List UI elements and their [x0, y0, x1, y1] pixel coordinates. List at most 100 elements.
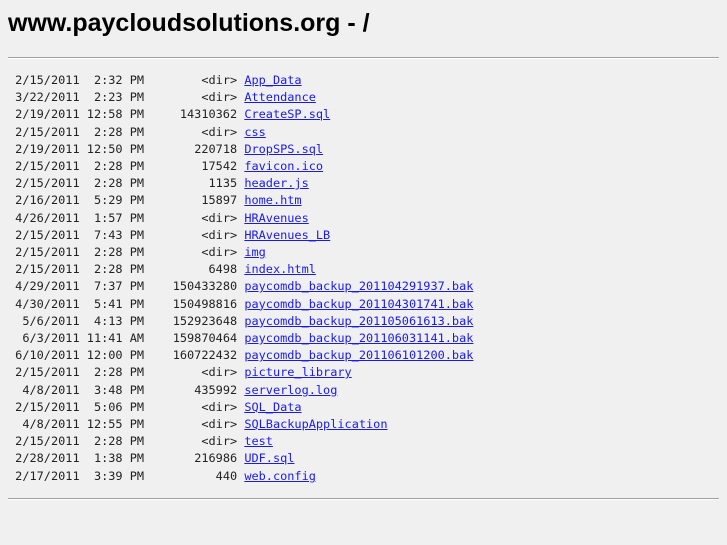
- entry-time: 2:28 PM: [93, 176, 145, 191]
- entry-time: 12:55 PM: [86, 417, 145, 432]
- entry-time: 5:06 PM: [93, 399, 145, 414]
- entry-link[interactable]: CreateSP.sql: [244, 107, 330, 121]
- entry-date: 2/17/2011: [15, 468, 80, 483]
- entry-date: 2/15/2011: [15, 124, 80, 139]
- list-item: 2/15/2011 2:28 PM <dir> picture_library: [8, 365, 352, 379]
- entry-size: 6498: [208, 262, 238, 277]
- entry-link[interactable]: paycomdb_backup_201105061613.bak: [244, 314, 473, 328]
- entry-time: 2:23 PM: [93, 90, 145, 105]
- entry-link[interactable]: App_Data: [244, 73, 301, 87]
- entry-size: <dir>: [201, 124, 238, 139]
- entry-date: 2/15/2011: [15, 434, 80, 449]
- list-item: 2/15/2011 2:28 PM 17542 favicon.ico: [8, 159, 323, 173]
- entry-date: 2/16/2011: [15, 193, 80, 208]
- entry-link[interactable]: HRAvenues_LB: [244, 228, 330, 242]
- entry-link[interactable]: SQL_Data: [244, 400, 301, 414]
- entry-date: 6/3/2011: [22, 331, 80, 346]
- bottom-divider: [8, 498, 719, 500]
- list-item: 2/17/2011 3:39 PM 440 web.config: [8, 469, 316, 483]
- entry-link[interactable]: UDF.sql: [244, 451, 294, 465]
- list-item: 4/29/2011 7:37 PM 150433280 paycomdb_bac…: [8, 279, 473, 293]
- entry-size: 152923648: [172, 313, 238, 328]
- entry-size: 435992: [194, 382, 238, 397]
- entry-link[interactable]: img: [244, 245, 265, 259]
- entry-date: 2/15/2011: [15, 365, 80, 380]
- entry-date: 3/22/2011: [15, 90, 80, 105]
- entry-link[interactable]: paycomdb_backup_201104301741.bak: [244, 297, 473, 311]
- entry-date: 2/28/2011: [15, 451, 80, 466]
- directory-listing: 2/15/2011 2:32 PM <dir> App_Data 3/22/20…: [8, 72, 473, 485]
- entry-link[interactable]: serverlog.log: [244, 383, 337, 397]
- entry-link[interactable]: header.js: [244, 176, 308, 190]
- entry-link[interactable]: css: [244, 125, 265, 139]
- entry-size: 220718: [194, 141, 238, 156]
- entry-size: <dir>: [201, 417, 238, 432]
- top-divider: [8, 57, 719, 59]
- list-item: 2/19/2011 12:50 PM 220718 DropSPS.sql: [8, 142, 323, 156]
- entry-date: 2/19/2011: [15, 141, 80, 156]
- entry-date: 2/15/2011: [15, 262, 80, 277]
- list-item: 2/15/2011 5:06 PM <dir> SQL_Data: [8, 399, 301, 414]
- entry-size: 14310362: [179, 107, 238, 122]
- entry-time: 3:39 PM: [93, 468, 145, 483]
- entry-size: 160722432: [172, 348, 238, 363]
- list-item: 2/19/2011 12:58 PM 14310362 CreateSP.sql: [8, 107, 330, 121]
- entry-time: 12:00 PM: [86, 348, 145, 363]
- entry-date: 2/15/2011: [15, 399, 80, 414]
- entry-link[interactable]: paycomdb_backup_201106031141.bak: [244, 331, 473, 345]
- entry-size: <dir>: [201, 227, 238, 242]
- entry-time: 2:28 PM: [93, 245, 145, 260]
- list-item: 6/3/2011 11:41 AM 159870464 paycomdb_bac…: [8, 331, 473, 345]
- list-item: 4/8/2011 12:55 PM <dir> SQLBackupApplica…: [8, 417, 387, 432]
- list-item: 4/26/2011 1:57 PM <dir> HRAvenues: [8, 211, 309, 225]
- entry-time: 2:28 PM: [93, 262, 145, 277]
- entry-size: <dir>: [201, 434, 238, 449]
- entry-link[interactable]: DropSPS.sql: [244, 142, 323, 156]
- entry-size: <dir>: [201, 365, 238, 380]
- entry-date: 4/8/2011: [22, 382, 80, 397]
- entry-link[interactable]: paycomdb_backup_201106101200.bak: [244, 348, 473, 362]
- entry-size: 159870464: [172, 331, 238, 346]
- entry-link[interactable]: index.html: [244, 262, 316, 276]
- entry-link[interactable]: picture_library: [244, 365, 351, 379]
- entry-time: 2:28 PM: [93, 124, 145, 139]
- entry-size: <dir>: [201, 73, 238, 87]
- list-item: 2/15/2011 7:43 PM <dir> HRAvenues_LB: [8, 228, 330, 242]
- entry-time: 11:41 AM: [86, 331, 145, 346]
- entry-link[interactable]: HRAvenues: [244, 211, 308, 225]
- entry-link[interactable]: paycomdb_backup_201104291937.bak: [244, 279, 473, 293]
- list-item: 2/15/2011 2:28 PM <dir> img: [8, 245, 266, 259]
- list-item: 2/15/2011 2:28 PM 6498 index.html: [8, 262, 316, 276]
- entry-date: 6/10/2011: [15, 348, 80, 363]
- entry-size: 17542: [201, 159, 238, 174]
- entry-date: 4/8/2011: [22, 417, 80, 432]
- entry-link[interactable]: web.config: [244, 469, 316, 483]
- entry-time: 12:58 PM: [86, 107, 145, 122]
- list-item: 6/10/2011 12:00 PM 160722432 paycomdb_ba…: [8, 348, 473, 362]
- entry-size: 1135: [208, 176, 238, 191]
- entry-size: 15897: [201, 193, 238, 208]
- entry-link[interactable]: Attendance: [244, 90, 316, 104]
- entry-size: <dir>: [201, 210, 238, 225]
- entry-date: 2/15/2011: [15, 227, 80, 242]
- entry-time: 5:29 PM: [93, 193, 145, 208]
- entry-size: <dir>: [201, 90, 238, 105]
- entry-date: 2/15/2011: [15, 245, 80, 260]
- list-item: 2/16/2011 5:29 PM 15897 home.htm: [8, 193, 301, 208]
- entry-date: 4/29/2011: [15, 279, 80, 294]
- list-item: 2/28/2011 1:38 PM 216986 UDF.sql: [8, 451, 294, 465]
- entry-time: 1:38 PM: [93, 451, 145, 466]
- entry-link[interactable]: favicon.ico: [244, 159, 323, 173]
- entry-link[interactable]: SQLBackupApplication: [244, 417, 387, 431]
- entry-time: 2:28 PM: [93, 365, 145, 380]
- entry-size: 150433280: [172, 279, 238, 294]
- entry-link[interactable]: test: [244, 434, 273, 448]
- entry-time: 3:48 PM: [93, 382, 145, 397]
- entry-date: 2/15/2011: [15, 159, 80, 174]
- entry-size: <dir>: [201, 245, 238, 260]
- entry-size: 216986: [194, 451, 238, 466]
- list-item: 5/6/2011 4:13 PM 152923648 paycomdb_back…: [8, 314, 473, 328]
- entry-link[interactable]: home.htm: [244, 193, 301, 207]
- entry-time: 4:13 PM: [93, 313, 145, 328]
- entry-time: 2:28 PM: [93, 434, 145, 449]
